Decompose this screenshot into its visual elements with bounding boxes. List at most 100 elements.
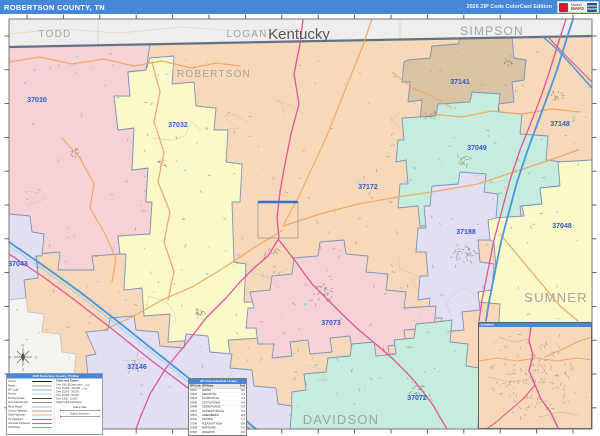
zip-label-37072: 37072 bbox=[407, 395, 427, 402]
compass-letter-s: S bbox=[22, 367, 25, 372]
county-label-logan: LOGAN bbox=[226, 29, 267, 40]
zip-code-cell: 37043 bbox=[190, 397, 197, 401]
legend-line-items: County Roads ZIP Code Streets Primary Roads S… bbox=[7, 379, 55, 430]
grid-cell: H-4 bbox=[240, 401, 245, 405]
legend-line-sample bbox=[32, 402, 52, 404]
zip-name-cell: CLARKSVILLE bbox=[202, 397, 219, 401]
zip-name-cell: PORTLAND bbox=[202, 426, 216, 430]
legend-city-range: Over 10,000 - 25,000 bbox=[56, 394, 79, 398]
zip-name-cell: CEDAR HILL bbox=[202, 393, 217, 397]
legend-line-label: Primary Roads bbox=[8, 396, 25, 400]
grid-cell: F-2 bbox=[241, 418, 245, 422]
zip-index-rows: 37010 ADAMS B-2 37032 CEDAR HILL C-3 37043 CLAR… bbox=[189, 388, 246, 435]
legend-line-sample bbox=[32, 414, 52, 416]
legend-line-sample bbox=[32, 397, 52, 399]
zip-col-header: ZIP Code bbox=[190, 384, 201, 388]
legend-line-sample bbox=[32, 427, 52, 429]
zip-name-cell: PLEASANT VIEW bbox=[202, 422, 223, 426]
county-label-davidson: DAVIDSON bbox=[303, 412, 380, 427]
zip-code-cell: 37010 bbox=[190, 388, 197, 392]
legend-line-label: Streets bbox=[8, 392, 16, 396]
legend-city-items: Over 100,000 (see inset) ⌂City Over 50,000… bbox=[56, 384, 102, 405]
legend-city-range: Under 5,000 and Places bbox=[56, 401, 82, 405]
county-label-robertson: ROBERTSON bbox=[177, 69, 251, 80]
page-title: ROBERTSON COUNTY, TN bbox=[4, 2, 106, 12]
zip-label-37188: 37188 bbox=[456, 229, 476, 236]
zip-code-cell: 37141 bbox=[190, 418, 197, 422]
legend-line-label: ZIP Code bbox=[8, 388, 19, 392]
zip-label-37010: 37010 bbox=[27, 97, 47, 104]
legend-line-sample bbox=[32, 381, 52, 383]
zip-label-37048: 37048 bbox=[552, 223, 572, 230]
zip-col-header: ZIP Name bbox=[202, 384, 214, 388]
inset-roads bbox=[479, 326, 591, 428]
scale-bar-miles: Scale in Miles bbox=[56, 406, 102, 411]
county-label-sumner: SUMNER bbox=[524, 290, 588, 305]
logo-mark-icon bbox=[559, 2, 568, 12]
state-label: Kentucky bbox=[268, 26, 330, 43]
zip-label-37032: 37032 bbox=[168, 122, 188, 129]
zip-label-37073: 37073 bbox=[321, 320, 341, 327]
legend-line-sample bbox=[32, 410, 52, 412]
zip-code-cell: 37146 bbox=[190, 422, 197, 426]
inset-title: Springfield bbox=[479, 323, 591, 327]
zip-name-cell: CROSS PLAINS bbox=[202, 405, 221, 409]
legend-line-label: State Highways bbox=[8, 413, 26, 417]
city-inset-map: Springfield bbox=[478, 322, 592, 429]
grid-cell: F-6 bbox=[241, 409, 245, 413]
zip-label-37141: 37141 bbox=[450, 79, 470, 86]
zip-label-37148: 37148 bbox=[550, 121, 570, 128]
legend-line-label: Minor Roads bbox=[8, 405, 23, 409]
legend-line-label: Secondary Roads bbox=[8, 401, 28, 405]
legend-line-label: County Highways bbox=[8, 409, 28, 413]
zip-name-cell: RIDGETOP bbox=[202, 430, 216, 434]
logo-block-icon bbox=[586, 2, 597, 12]
legend-line-sample bbox=[32, 423, 52, 425]
legend-city-row: Under 5,000 and Places bbox=[56, 401, 102, 405]
zip-code-cell: 37152 bbox=[190, 430, 197, 434]
legend-line-sample bbox=[32, 393, 52, 395]
grid-cell: B-2 bbox=[241, 388, 245, 392]
grid-cell: H-2 bbox=[240, 426, 245, 430]
legend-line-label: Interstate Highways bbox=[8, 422, 30, 426]
legend-line-sample bbox=[32, 389, 52, 391]
grid-cell: D-6 bbox=[240, 430, 245, 434]
zip-name-cell: GREENBRIER bbox=[202, 414, 219, 418]
zip-name-cell: ADAMS bbox=[202, 388, 211, 392]
grid-cell: G-2 bbox=[240, 405, 245, 409]
compass-letter-w: W bbox=[8, 355, 12, 360]
county-label-todd: TODD bbox=[39, 29, 72, 40]
legend-line-sample bbox=[32, 385, 52, 387]
legend-city-range: Over 50,000 - 100,000 bbox=[56, 387, 81, 391]
legend-line-sample bbox=[32, 418, 52, 420]
grid-cell: B-6 bbox=[241, 422, 245, 426]
county-label-simpson: SIMPSON bbox=[460, 24, 524, 38]
zip-code-cell: 37032 bbox=[190, 393, 197, 397]
legend-line-row: Toll Roads bbox=[8, 426, 55, 430]
legend-city-range: Over 100,000 (see inset) bbox=[56, 384, 83, 387]
legend-line-sample bbox=[32, 406, 52, 408]
legend-line-label: Toll Roads bbox=[8, 426, 20, 430]
legend-line-label: US Highways bbox=[8, 417, 24, 421]
zip-code-cell: 37148 bbox=[190, 426, 197, 430]
compass-letter-n: N bbox=[22, 343, 25, 348]
zip-code-cell: 37072 bbox=[190, 409, 197, 413]
scale-bar-km: Scale in Kilometers bbox=[56, 413, 102, 418]
legend-city-range: Over 25,000 - 50,000 bbox=[56, 391, 79, 394]
zip-label-37043: 37043 bbox=[8, 261, 28, 268]
legend-city-range: Over 5,000 - 10,000 bbox=[56, 398, 78, 401]
marketmaps-logo: Market MAPS bbox=[557, 1, 599, 13]
legend-line-label: Roads bbox=[8, 384, 16, 388]
zip-label-37049: 37049 bbox=[467, 145, 487, 152]
zip-code-index: ZIP Code Index/Grid Locator ZIP Code ZIP … bbox=[188, 378, 247, 436]
inset-street-texture bbox=[489, 333, 588, 421]
city-icon: ⌂City bbox=[81, 387, 88, 391]
zip-col-header: Grid bbox=[239, 384, 245, 388]
zip-name-cell: GOODLETTSVILLE bbox=[202, 409, 225, 413]
edition-label: 2026 ZIP Code ColorCast Edition bbox=[466, 4, 552, 10]
inset-map-canvas bbox=[479, 326, 591, 428]
legend: 2026 Robertson County, TN Map County Road… bbox=[6, 373, 103, 435]
zip-label-37146: 37146 bbox=[127, 364, 147, 371]
zip-code-cell: 37073 bbox=[190, 414, 197, 418]
legend-line-label: County bbox=[8, 380, 16, 384]
